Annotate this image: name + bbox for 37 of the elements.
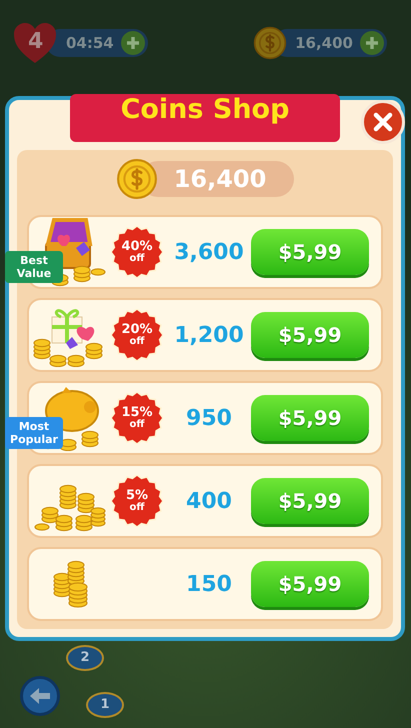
price-button[interactable]: $5,99	[251, 478, 369, 524]
starburst-seal	[111, 309, 163, 361]
discount-percent: 40%	[121, 240, 153, 252]
starburst-seal	[111, 392, 163, 444]
close-button[interactable]	[361, 100, 405, 144]
coin-amount: 950	[185, 406, 233, 430]
coin-amount: 400	[185, 488, 233, 514]
level-node[interactable]: 1	[86, 692, 124, 718]
arrow-left-icon	[29, 687, 51, 705]
discount-label: off	[130, 502, 144, 514]
back-button[interactable]	[20, 676, 60, 716]
coin-amount: 3,600	[173, 240, 245, 264]
discount-label: off	[130, 336, 144, 348]
coin-stacks-drawing	[52, 560, 88, 608]
discount-percent: 15%	[121, 406, 153, 418]
price-button[interactable]: $5,99	[251, 312, 369, 358]
level-node[interactable]: 2	[66, 645, 104, 671]
plus-icon[interactable]	[359, 30, 385, 56]
price-button[interactable]: $5,99	[251, 229, 369, 275]
lives-count: 4	[28, 29, 44, 54]
discount-label: off	[130, 252, 144, 264]
price-button[interactable]: $5,99	[251, 561, 369, 607]
price-button[interactable]: $5,99	[251, 395, 369, 441]
discount-label: off	[130, 418, 144, 430]
plus-icon[interactable]	[120, 30, 146, 56]
coin-amount: 1,200	[173, 322, 245, 348]
starburst-seal	[111, 475, 163, 527]
discount-percent: 5%	[126, 488, 148, 502]
dialog-title: Coins Shop	[70, 94, 340, 142]
coin-icon	[116, 158, 158, 200]
heart-icon	[12, 21, 58, 65]
coin-amount: 150	[185, 572, 233, 596]
offer-tag: Best Value	[5, 251, 63, 283]
discount-percent: 20%	[121, 322, 153, 336]
offer-tag: Most Popular	[5, 417, 63, 449]
close-icon	[373, 112, 393, 132]
starburst-seal	[111, 226, 163, 278]
